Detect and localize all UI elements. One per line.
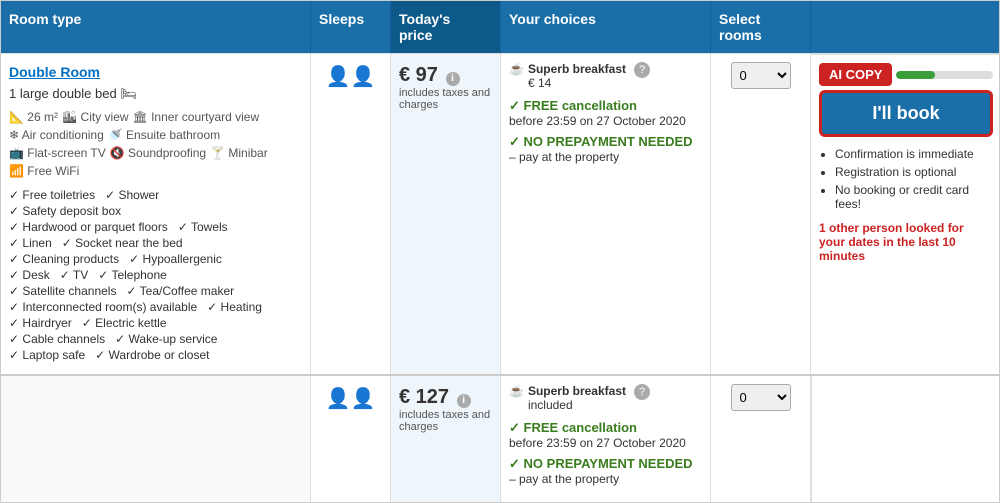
urgency-text: 1 other person looked for your dates in … [819, 221, 993, 263]
breakfast-icon-2: ☕ [509, 384, 524, 398]
price-amount-1: € 97 i [399, 64, 492, 87]
benefit-2: Registration is optional [835, 165, 993, 179]
bed-icon: 🛏 [120, 86, 137, 101]
col-actions [811, 1, 1000, 53]
amenity-item: ✓ Hypoallergenic [129, 252, 222, 266]
right-panel: AI COPY I'll book Confirmation is immedi… [811, 54, 1000, 374]
amenity-item: ✓ Telephone [98, 268, 167, 282]
amenity-item: ✓ Free toiletries [9, 188, 95, 202]
amenity-item: ✓ Safety deposit box [9, 204, 121, 218]
amenity-item: ✓ Heating [207, 300, 262, 314]
table-header: Room type Sleeps Today'sprice Your choic… [1, 1, 999, 53]
amenity-list: ✓ Free toiletries ✓ Shower ✓ Safety depo… [9, 188, 302, 362]
col-select: Selectrooms [711, 1, 811, 53]
room-row-2: 👤👤 € 127 i includes taxes and charges ☕ … [1, 374, 999, 502]
room-info-cell-2 [1, 376, 311, 502]
no-prepay-label-1: ✓ NO PREPAYMENT NEEDED [509, 134, 702, 150]
ai-copy-button[interactable]: AI COPY [819, 63, 892, 86]
amenity-icons: 📐 26 m² 🏙 City view 🏛 Inner courtyard vi… [9, 110, 302, 178]
cancel-date-1: before 23:59 on 27 October 2020 [509, 114, 702, 128]
amenity-item: ✓ Satellite channels [9, 284, 116, 298]
icon-size: 📐 26 m² [9, 110, 58, 124]
icon-tv: 📺 Flat-screen TV [9, 146, 106, 160]
col-price: Today'sprice [391, 1, 501, 53]
col-choices: Your choices [501, 1, 711, 53]
price-value-1: € 97 [399, 64, 438, 86]
book-button[interactable]: I'll book [819, 90, 993, 137]
icon-ac: ❄ Air conditioning [9, 128, 104, 142]
free-cancel-label-2: ✓ FREE cancellation [509, 420, 702, 436]
pay-text-1: – pay at the property [509, 150, 702, 164]
sleeps-cell-1: 👤👤 [311, 54, 391, 374]
pay-text-2: – pay at the property [509, 472, 702, 486]
sleeps-cell-2: 👤👤 [311, 376, 391, 502]
room-row-1: Double Room 1 large double bed 🛏 📐 26 m²… [1, 53, 999, 374]
sleeps-icon-2: 👤👤 [326, 388, 376, 410]
no-prepay-label-2: ✓ NO PREPAYMENT NEEDED [509, 456, 702, 472]
amenity-item: ✓ Electric kettle [82, 316, 167, 330]
amenity-item: ✓ Wake-up service [115, 332, 217, 346]
icon-sound: 🔇 Soundproofing [110, 146, 206, 160]
room-count-select-1[interactable]: 0 1 2 3 [731, 62, 791, 89]
ai-copy-row: AI COPY [819, 63, 993, 86]
room-name-link[interactable]: Double Room [9, 64, 302, 80]
bed-info: 1 large double bed 🛏 [9, 86, 302, 102]
breakfast-line-2: ☕ Superb breakfast included ? [509, 384, 702, 412]
price-info-icon-2[interactable]: i [457, 394, 471, 408]
amenity-item: ✓ Interconnected room(s) available [9, 300, 197, 314]
benefit-3: No booking or credit card fees! [835, 183, 993, 211]
icon-cityview: 🏙 City view [62, 110, 129, 124]
price-cell-2: € 127 i includes taxes and charges [391, 376, 501, 502]
col-sleeps: Sleeps [311, 1, 391, 53]
benefit-1: Confirmation is immediate [835, 147, 993, 161]
price-label-2: includes taxes and charges [399, 409, 492, 433]
icon-wifi: 📶 Free WiFi [9, 164, 79, 178]
amenity-item: ✓ Hairdryer [9, 316, 72, 330]
amenity-item: ✓ Laptop safe [9, 348, 85, 362]
amenity-item: ✓ Cable channels [9, 332, 105, 346]
amenity-item: ✓ Cleaning products [9, 252, 119, 266]
amenity-item: ✓ Tea/Coffee maker [126, 284, 234, 298]
amenity-item: ✓ TV [60, 268, 89, 282]
choices-cell-2: ☕ Superb breakfast included ? ✓ FREE can… [501, 376, 711, 502]
right-panel-continuation [811, 376, 1000, 502]
price-amount-2: € 127 i [399, 386, 492, 409]
amenity-item: ✓ Desk [9, 268, 50, 282]
col-room-type: Room type [1, 1, 311, 53]
amenity-item: ✓ Socket near the bed [62, 236, 183, 250]
room-count-select-2[interactable]: 0 1 2 3 [731, 384, 791, 411]
progress-bar [896, 71, 993, 79]
breakfast-question-icon-1[interactable]: ? [634, 62, 650, 78]
benefits-list: Confirmation is immediate Registration i… [819, 147, 993, 211]
room-info-cell: Double Room 1 large double bed 🛏 📐 26 m²… [1, 54, 311, 374]
amenity-item: ✓ Hardwood or parquet floors [9, 220, 168, 234]
cancel-date-2: before 23:59 on 27 October 2020 [509, 436, 702, 450]
breakfast-sub-2: included [528, 398, 626, 412]
progress-fill [896, 71, 935, 79]
bed-text: 1 large double bed [9, 86, 117, 101]
select-cell-1: 0 1 2 3 [711, 54, 811, 374]
breakfast-line-1: ☕ Superb breakfast € 14 ? [509, 62, 702, 90]
breakfast-label-2: Superb breakfast [528, 384, 626, 398]
sleeps-icon-1: 👤👤 [326, 66, 376, 88]
price-label-1: includes taxes and charges [399, 87, 492, 111]
icon-bathroom: 🚿 Ensuite bathroom [108, 128, 220, 142]
icon-courtyard: 🏛 Inner courtyard view [133, 110, 260, 124]
amenity-item: ✓ Linen [9, 236, 52, 250]
price-value-2: € 127 [399, 386, 449, 408]
breakfast-icon-1: ☕ [509, 62, 524, 76]
breakfast-question-icon-2[interactable]: ? [634, 384, 650, 400]
select-cell-2: 0 1 2 3 [711, 376, 811, 502]
amenity-item: ✓ Shower [105, 188, 159, 202]
breakfast-label-1: Superb breakfast [528, 62, 626, 76]
amenity-item: ✓ Towels [178, 220, 228, 234]
price-info-icon-1[interactable]: i [446, 72, 460, 86]
icon-minibar: 🍸 Minibar [210, 146, 268, 160]
free-cancel-label-1: ✓ FREE cancellation [509, 98, 702, 114]
room-table: Room type Sleeps Today'sprice Your choic… [0, 0, 1000, 503]
choices-cell-1: ☕ Superb breakfast € 14 ? ✓ FREE cancell… [501, 54, 711, 374]
price-cell-1: € 97 i includes taxes and charges [391, 54, 501, 374]
amenity-item: ✓ Wardrobe or closet [95, 348, 209, 362]
breakfast-sub-1: € 14 [528, 76, 626, 90]
